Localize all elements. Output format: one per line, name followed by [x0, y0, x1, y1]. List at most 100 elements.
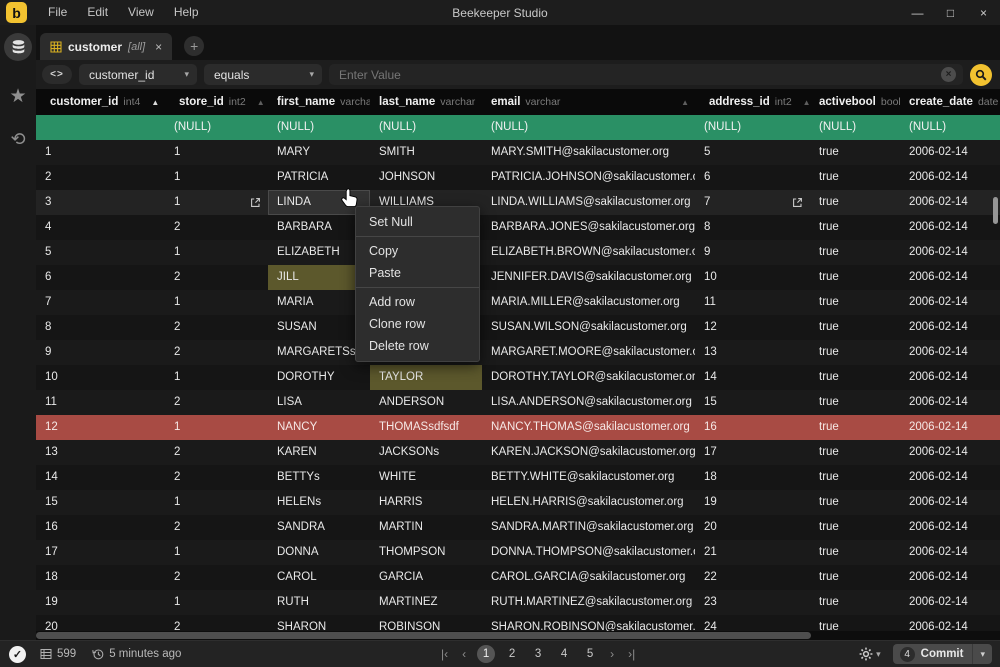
table-cell[interactable]: 2 — [165, 440, 268, 465]
last-refreshed[interactable]: 5 minutes ago — [92, 648, 181, 660]
tab-customer[interactable]: customer [all] × — [40, 33, 172, 60]
table-cell[interactable]: 2006-02-14 — [900, 440, 1000, 465]
table-cell[interactable]: MARY.SMITH@sakilacustomer.org — [482, 140, 695, 165]
table-cell[interactable]: true — [810, 440, 900, 465]
table-cell[interactable]: true — [810, 315, 900, 340]
table-cell[interactable]: 5 — [695, 140, 810, 165]
table-cell[interactable]: true — [810, 140, 900, 165]
table-cell[interactable]: 14 — [36, 465, 165, 490]
table-cell[interactable]: 2 — [165, 215, 268, 240]
table-cell[interactable]: NANCY — [268, 415, 370, 440]
table-cell[interactable]: BETTYs — [268, 465, 370, 490]
table-cell[interactable]: true — [810, 415, 900, 440]
apply-filter-button[interactable] — [970, 64, 992, 86]
table-cell[interactable]: LISA.ANDERSON@sakilacustomer.org — [482, 390, 695, 415]
table-cell[interactable]: 2 — [165, 515, 268, 540]
table-cell[interactable]: THOMASsdfsdf — [370, 415, 482, 440]
context-menu-item-set-null[interactable]: Set Null — [356, 211, 479, 233]
table-cell[interactable]: 2006-02-14 — [900, 390, 1000, 415]
table-cell[interactable]: (NULL) — [900, 115, 1000, 140]
table-cell[interactable]: DONNA.THOMPSON@sakilacustomer.org — [482, 540, 695, 565]
table-cell[interactable]: LINDA.WILLIAMS@sakilacustomer.org — [482, 190, 695, 215]
table-cell[interactable]: (NULL) — [810, 115, 900, 140]
close-button[interactable]: × — [967, 0, 1000, 25]
table-cell[interactable]: true — [810, 515, 900, 540]
table-cell[interactable]: 15 — [695, 390, 810, 415]
table-cell[interactable]: 5 — [36, 240, 165, 265]
table-cell[interactable]: (NULL) — [370, 115, 482, 140]
filter-value-input[interactable] — [329, 64, 963, 85]
table-cell[interactable]: JOHNSON — [370, 165, 482, 190]
table-cell[interactable]: RUTH — [268, 590, 370, 615]
table-cell[interactable]: 2006-02-14 — [900, 315, 1000, 340]
table-cell[interactable]: true — [810, 490, 900, 515]
table-cell[interactable]: SMITH — [370, 140, 482, 165]
table-cell[interactable]: 11 — [695, 290, 810, 315]
table-cell[interactable]: 17 — [695, 440, 810, 465]
table-cell[interactable]: 4 — [36, 215, 165, 240]
column-header-activebool[interactable]: activeboolbool▲ — [810, 89, 900, 115]
table-cell[interactable]: CAROL — [268, 565, 370, 590]
table-cell[interactable]: DOROTHY — [268, 365, 370, 390]
table-cell[interactable]: 2006-02-14 — [900, 165, 1000, 190]
table-cell[interactable]: 2006-02-14 — [900, 465, 1000, 490]
table-cell[interactable]: 1 — [165, 540, 268, 565]
database-connections-icon[interactable] — [4, 33, 32, 61]
page-button-2[interactable]: 2 — [503, 645, 521, 663]
table-row[interactable]: 151HELENsHARRISHELEN.HARRIS@sakilacustom… — [36, 490, 1000, 515]
horizontal-scrollbar[interactable] — [36, 631, 1000, 640]
table-cell[interactable]: SANDRA — [268, 515, 370, 540]
table-cell[interactable]: 2 — [36, 165, 165, 190]
table-row[interactable]: 82SUSANWILSONSUSAN.WILSON@sakilacustomer… — [36, 315, 1000, 340]
menu-edit[interactable]: Edit — [77, 0, 118, 25]
table-cell[interactable] — [36, 115, 165, 140]
table-cell[interactable]: BARBARA.JONES@sakilacustomer.org — [482, 215, 695, 240]
table-cell[interactable]: JACKSONs — [370, 440, 482, 465]
table-cell[interactable]: 8 — [36, 315, 165, 340]
maximize-button[interactable]: □ — [934, 0, 967, 25]
table-cell[interactable]: 22 — [695, 565, 810, 590]
add-tab-button[interactable]: + — [184, 36, 204, 56]
table-cell[interactable]: 1 — [165, 365, 268, 390]
table-row[interactable]: 92MARGARETSsMOORESMARGARET.MOORE@sakilac… — [36, 340, 1000, 365]
table-cell[interactable]: 13 — [36, 440, 165, 465]
table-cell[interactable]: DOROTHY.TAYLOR@sakilacustomer.org — [482, 365, 695, 390]
table-cell[interactable]: 1 — [165, 140, 268, 165]
first-page-button[interactable]: |‹ — [438, 647, 451, 661]
table-row[interactable]: 112LISAANDERSONLISA.ANDERSON@sakilacusto… — [36, 390, 1000, 415]
table-row[interactable]: 132KARENJACKSONsKAREN.JACKSON@sakilacust… — [36, 440, 1000, 465]
table-cell[interactable]: 2006-02-14 — [900, 290, 1000, 315]
table-cell[interactable]: GARCIA — [370, 565, 482, 590]
table-row[interactable]: 171DONNATHOMPSONDONNA.THOMPSON@sakilacus… — [36, 540, 1000, 565]
table-cell[interactable]: 9 — [695, 240, 810, 265]
table-row[interactable]: 191RUTHMARTINEZRUTH.MARTINEZ@sakilacusto… — [36, 590, 1000, 615]
table-row[interactable]: 62JILLDAVISJENNIFER.DAVIS@sakilacustomer… — [36, 265, 1000, 290]
table-cell[interactable]: PATRICIA.JOHNSON@sakilacustomer.org — [482, 165, 695, 190]
table-cell[interactable]: 15 — [36, 490, 165, 515]
table-cell[interactable]: 20 — [695, 515, 810, 540]
table-row[interactable]: 121NANCYTHOMASsdfsdfNANCY.THOMAS@sakilac… — [36, 415, 1000, 440]
column-header-customer_id[interactable]: customer_idint4▲ — [36, 89, 165, 115]
table-cell[interactable]: PATRICIA — [268, 165, 370, 190]
table-cell[interactable]: 17 — [36, 540, 165, 565]
foreign-key-link-icon[interactable] — [792, 197, 803, 208]
table-row[interactable]: 21PATRICIAJOHNSONPATRICIA.JOHNSON@sakila… — [36, 165, 1000, 190]
table-cell[interactable]: 7 — [36, 290, 165, 315]
table-cell[interactable]: 2 — [165, 340, 268, 365]
table-row[interactable]: 11MARYSMITHMARY.SMITH@sakilacustomer.org… — [36, 140, 1000, 165]
table-cell[interactable]: ANDERSON — [370, 390, 482, 415]
table-cell[interactable]: true — [810, 590, 900, 615]
table-cell[interactable]: KAREN — [268, 440, 370, 465]
minimize-button[interactable]: — — [901, 0, 934, 25]
table-row[interactable]: 42BARBARAJONESBARBARA.JONES@sakilacustom… — [36, 215, 1000, 240]
page-button-1[interactable]: 1 — [477, 645, 495, 663]
table-cell[interactable]: WHITE — [370, 465, 482, 490]
table-row[interactable]: 142BETTYsWHITEBETTY.WHITE@sakilacustomer… — [36, 465, 1000, 490]
context-menu-item-paste[interactable]: Paste — [356, 262, 479, 284]
table-cell[interactable]: 21 — [695, 540, 810, 565]
column-header-last_name[interactable]: last_namevarchar▲ — [370, 89, 482, 115]
table-cell[interactable]: true — [810, 165, 900, 190]
table-row[interactable]: 51ELIZABETHBROWNELIZABETH.BROWN@sakilacu… — [36, 240, 1000, 265]
table-cell[interactable]: true — [810, 265, 900, 290]
table-cell[interactable]: 2 — [165, 390, 268, 415]
